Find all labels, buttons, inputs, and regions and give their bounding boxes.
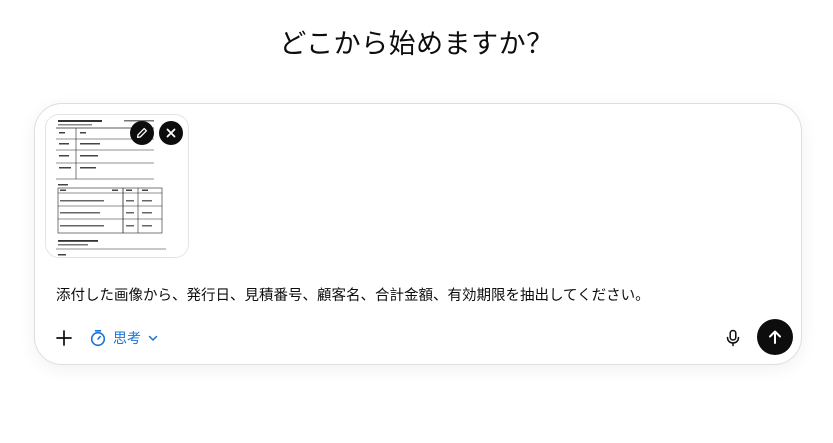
chevron-down-icon	[148, 335, 158, 341]
prompt-composer: 添付した画像から、発行日、見積番号、顧客名、合計金額、有効期限を抽出してください…	[34, 103, 802, 365]
thinking-mode-button[interactable]: 思考	[89, 325, 159, 351]
edit-attachment-button[interactable]	[130, 121, 154, 145]
voice-input-button[interactable]	[721, 326, 745, 350]
attachment-thumbnail[interactable]	[45, 114, 189, 258]
page-heading: どこから始めますか？	[279, 29, 554, 60]
send-button[interactable]	[757, 319, 793, 355]
microphone-icon	[726, 329, 740, 347]
prompt-input[interactable]: 添付した画像から、発行日、見積番号、顧客名、合計金額、有効期限を抽出してください…	[56, 284, 650, 305]
plus-icon	[56, 330, 72, 346]
arrow-up-icon	[769, 330, 781, 344]
pencil-icon	[136, 127, 148, 139]
thinking-mode-label: 思考	[113, 331, 141, 347]
timer-icon	[90, 330, 106, 347]
add-button[interactable]	[51, 325, 77, 351]
close-icon	[166, 128, 176, 138]
remove-attachment-button[interactable]	[159, 121, 183, 145]
page: どこから始めますか？ 添付した画像から、発行日、見積番号、顧客名、合計金額、有効…	[0, 0, 833, 443]
